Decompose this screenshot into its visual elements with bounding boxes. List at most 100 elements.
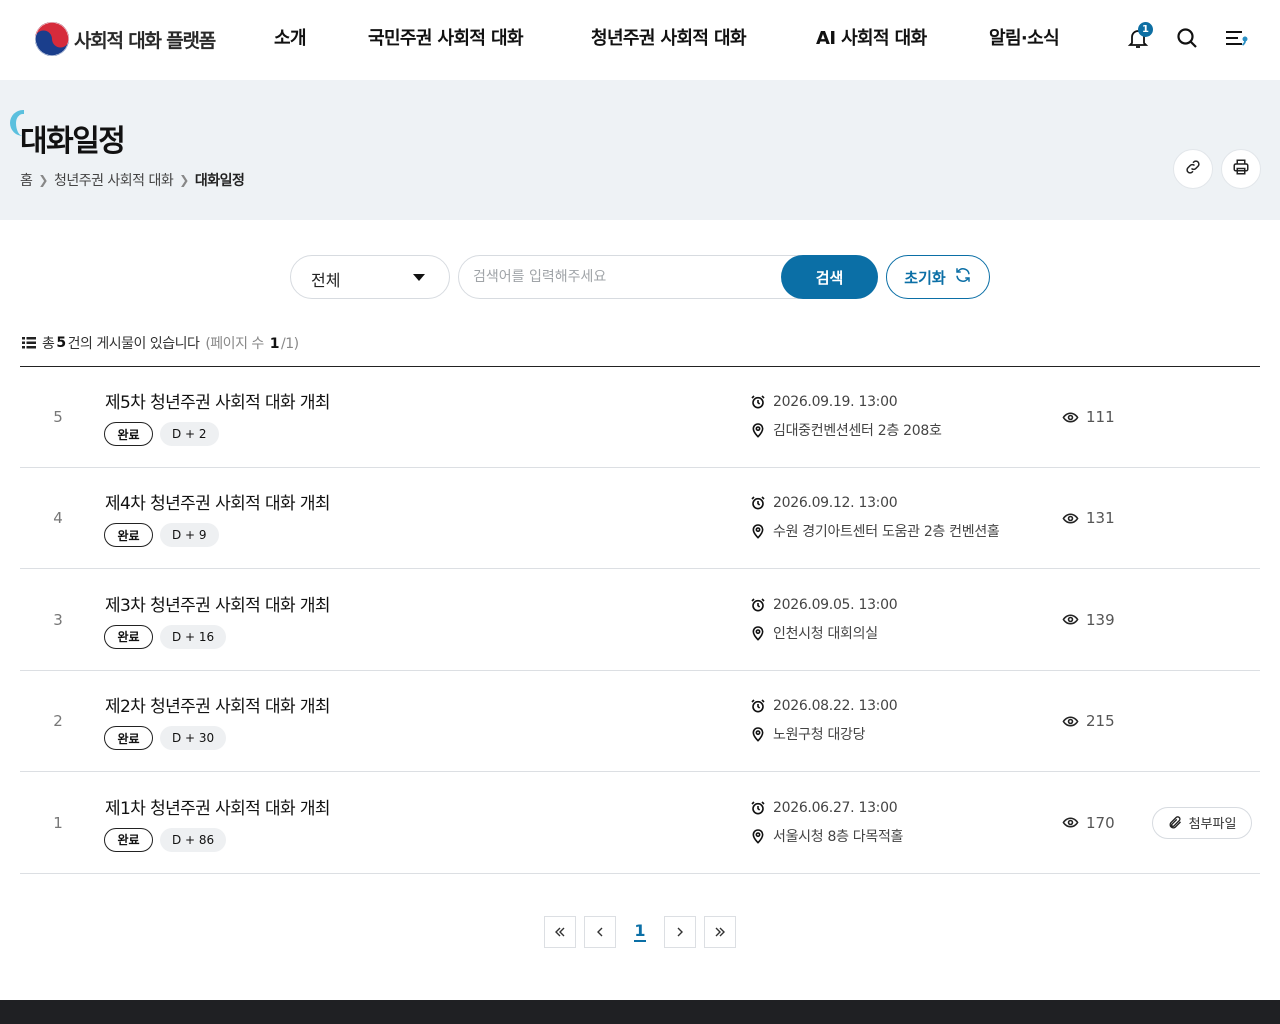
search-input[interactable] xyxy=(473,256,773,298)
views-count: 131 xyxy=(1086,509,1115,528)
next-page-button[interactable] xyxy=(664,916,696,948)
breadcrumb-current: 대화일정 xyxy=(194,173,245,189)
chevron-right-icon: ❯ xyxy=(38,173,48,187)
eye-icon xyxy=(1062,611,1079,628)
row-views: 111 xyxy=(1062,367,1115,467)
count-total: 5 xyxy=(56,335,66,351)
nav-about[interactable]: 소개 xyxy=(274,24,307,54)
datetime-text: 2026.09.12. 13:00 xyxy=(773,495,898,512)
status-badge: 완료 xyxy=(104,726,153,751)
row-datetime: 2026.09.19. 13:00 xyxy=(750,394,898,410)
search-submit-button[interactable]: 검색 xyxy=(781,255,878,299)
place-text: 노원구청 대강당 xyxy=(773,727,866,744)
chevron-right-icon xyxy=(674,923,686,942)
row-title-link[interactable]: 제2차 청년주권 사회적 대화 개최 xyxy=(105,692,331,717)
row-title-link[interactable]: 제4차 청년주권 사회적 대화 개최 xyxy=(105,489,331,514)
row-place: 김대중컨벤션센터 2층 208호 xyxy=(750,420,942,440)
place-text: 서울시청 8층 다목적홀 xyxy=(773,828,904,845)
count-prefix: 총 xyxy=(42,336,55,352)
prev-page-button[interactable] xyxy=(584,916,616,948)
double-chevron-left-icon xyxy=(554,923,566,942)
eye-icon xyxy=(1062,510,1079,527)
alarm-clock-icon xyxy=(750,800,766,816)
status-badge: 완료 xyxy=(104,523,153,548)
list-icon xyxy=(22,337,36,349)
location-pin-icon xyxy=(750,625,766,641)
category-selected: 전체 xyxy=(311,271,341,290)
page-number: 1 xyxy=(634,921,646,942)
row-number: 3 xyxy=(53,610,63,629)
first-page-button[interactable] xyxy=(544,916,576,948)
row-title-link[interactable]: 제3차 청년주권 사회적 대화 개최 xyxy=(105,591,331,616)
paperclip-icon xyxy=(1168,815,1183,830)
breadcrumb: 홈 ❯ 청년주권 사회적 대화 ❯ 대화일정 xyxy=(20,170,245,190)
views-count: 111 xyxy=(1086,408,1115,426)
row-datetime: 2026.06.27. 13:00 xyxy=(750,800,898,816)
page-info-total: /1) xyxy=(280,336,299,352)
dday-badge: D + 86 xyxy=(160,827,227,852)
place-text: 인천시청 대회의실 xyxy=(773,625,878,642)
row-number: 2 xyxy=(53,712,63,731)
refresh-icon xyxy=(954,266,972,288)
search-icon xyxy=(1175,26,1199,54)
nav-youth-dialogue[interactable]: 청년주권 사회적 대화 xyxy=(587,24,750,55)
schedule-row[interactable]: 1 제1차 청년주권 사회적 대화 개최 완료 D + 86 2026.06.27. 1… xyxy=(20,773,1260,874)
menu-button[interactable] xyxy=(1220,24,1252,56)
logo-text: 사회적 대화 플랫폼 xyxy=(74,29,216,52)
reset-button[interactable]: 초기화 xyxy=(886,255,990,299)
nav-national-dialogue[interactable]: 국민주권 사회적 대화 xyxy=(368,24,524,54)
breadcrumb-home[interactable]: 홈 xyxy=(20,170,33,190)
chevron-right-icon: ❯ xyxy=(179,173,189,187)
row-views: 170 xyxy=(1062,773,1115,873)
schedule-row[interactable]: 2 제2차 청년주권 사회적 대화 개최 완료 D + 30 2026.08.22. 1… xyxy=(20,671,1260,773)
print-button[interactable] xyxy=(1221,149,1261,189)
datetime-text: 2026.09.19. 13:00 xyxy=(773,394,898,410)
row-number: 1 xyxy=(53,813,63,832)
row-views: 215 xyxy=(1062,671,1115,771)
row-views: 131 xyxy=(1062,468,1115,568)
page-title: 대화일정 xyxy=(20,124,126,159)
eye-icon xyxy=(1062,409,1079,426)
caret-down-icon xyxy=(413,274,425,281)
category-select[interactable]: 전체 xyxy=(290,255,450,299)
row-title-link[interactable]: 제5차 청년주권 사회적 대화 개최 xyxy=(105,388,331,413)
menu-icon xyxy=(1223,26,1249,54)
notification-badge: 1 xyxy=(1138,22,1153,37)
row-views: 139 xyxy=(1062,570,1115,670)
eye-icon xyxy=(1062,814,1079,831)
result-count: 총 5 건의 게시물이 있습니다 (페이지 수 1/1) xyxy=(22,333,299,353)
row-number: 4 xyxy=(53,509,63,528)
schedule-row[interactable]: 5 제5차 청년주권 사회적 대화 개최 완료 D + 2 2026.09.19. 13… xyxy=(20,367,1260,468)
schedule-row[interactable]: 3 제3차 청년주권 사회적 대화 개최 완료 D + 16 2026.09.05. 1… xyxy=(20,570,1260,671)
row-place: 수원 경기아트센터 도움관 2층 컨벤션홀 xyxy=(750,521,1000,541)
attachment-label: 첨부파일 xyxy=(1188,817,1237,833)
views-count: 139 xyxy=(1086,610,1115,629)
breadcrumb-youth-dialogue[interactable]: 청년주권 사회적 대화 xyxy=(54,170,174,190)
row-datetime: 2026.08.22. 13:00 xyxy=(750,698,898,715)
dday-badge: D + 2 xyxy=(160,422,219,446)
page-info-label: (페이지 수 xyxy=(205,336,264,352)
alarm-clock-icon xyxy=(750,495,766,511)
printer-icon xyxy=(1232,158,1250,180)
nav-ai-dialogue[interactable]: AI 사회적 대화 xyxy=(816,24,927,54)
last-page-button[interactable] xyxy=(704,916,736,948)
location-pin-icon xyxy=(750,828,766,844)
count-suffix: 건의 게시물이 있습니다 xyxy=(67,336,200,352)
site-logo[interactable]: 사회적 대화 플랫폼 xyxy=(34,21,216,57)
notification-button[interactable]: 1 xyxy=(1122,22,1154,56)
row-place: 노원구청 대강당 xyxy=(750,724,866,744)
row-datetime: 2026.09.12. 13:00 xyxy=(750,495,898,512)
row-place: 인천시청 대회의실 xyxy=(750,623,878,643)
row-title-link[interactable]: 제1차 청년주권 사회적 대화 개최 xyxy=(105,794,331,819)
link-icon xyxy=(1184,158,1202,180)
alarm-clock-icon xyxy=(750,698,766,714)
copy-link-button[interactable] xyxy=(1173,149,1213,189)
schedule-row[interactable]: 4 제4차 청년주권 사회적 대화 개최 완료 D + 9 2026.09.12. 13… xyxy=(20,468,1260,570)
search-button[interactable] xyxy=(1171,24,1203,56)
datetime-text: 2026.08.22. 13:00 xyxy=(773,698,898,715)
page-number-button[interactable]: 1 xyxy=(624,916,656,948)
chevron-left-icon xyxy=(594,923,606,942)
row-number: 5 xyxy=(53,408,63,426)
nav-news[interactable]: 알림·소식 xyxy=(989,24,1060,54)
attachment-button[interactable]: 첨부파일 xyxy=(1152,806,1252,839)
